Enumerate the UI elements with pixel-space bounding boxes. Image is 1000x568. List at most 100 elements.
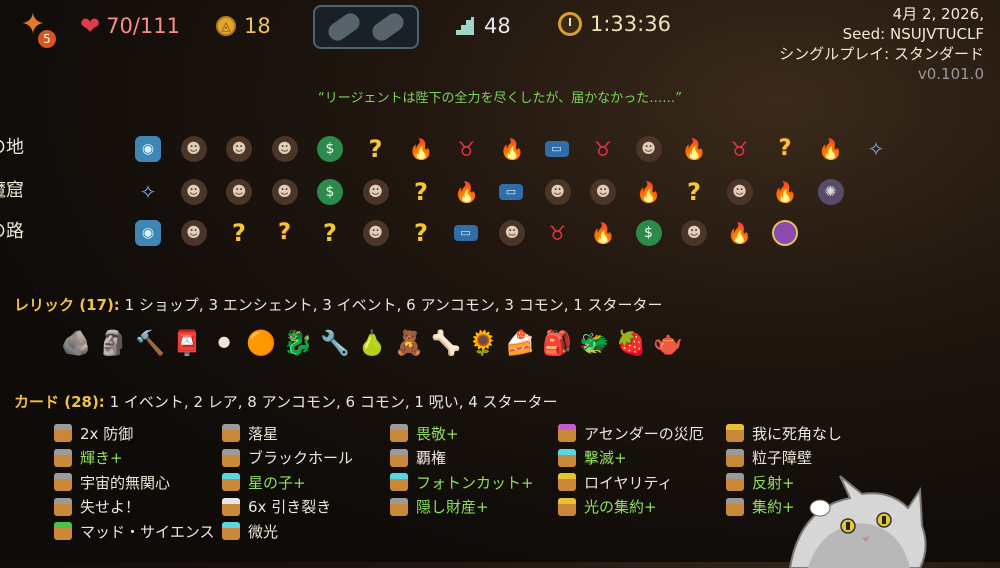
treasure-room-icon[interactable]: ▭ (544, 141, 569, 157)
rest-room-icon[interactable]: 🔥 (681, 136, 707, 162)
relic-icon[interactable]: 🪨 (60, 322, 92, 364)
shop-room-icon[interactable]: $ (317, 179, 343, 205)
monster-room-icon[interactable]: ☻ (226, 179, 252, 205)
card-entry[interactable]: 我に死角なし (726, 421, 894, 446)
card-entry[interactable]: 輝き+ (54, 446, 222, 471)
gem-room-icon[interactable] (772, 220, 798, 246)
relic-icon[interactable]: 🟠 (245, 322, 277, 364)
relic-icon[interactable]: 🌻 (467, 322, 499, 364)
monster-room-icon[interactable]: ☻ (362, 179, 389, 205)
card-icon (222, 522, 240, 541)
card-entry[interactable]: 撃滅+ (558, 446, 726, 471)
monster-room-icon[interactable]: ☻ (590, 179, 616, 205)
monster-room-icon[interactable]: ☻ (681, 220, 707, 246)
relic-icon[interactable]: 🦴 (430, 322, 462, 364)
card-entry[interactable]: アセンダーの災厄 (558, 421, 726, 446)
card-entry[interactable]: 落星 (222, 421, 390, 446)
rest-room-icon[interactable]: 🔥 (772, 179, 798, 205)
rest-room-icon[interactable]: 🔥 (499, 136, 525, 162)
elite-room-icon[interactable]: ♉ (454, 136, 480, 162)
relic-icon[interactable]: 📮 (171, 322, 203, 364)
monster-room-icon[interactable]: ☻ (226, 136, 252, 162)
monster-room-icon[interactable]: ☻ (544, 179, 571, 205)
empty-potion-icon[interactable] (324, 9, 364, 45)
card-name: 微光 (248, 522, 279, 541)
boss-room-icon[interactable]: ◉ (135, 220, 161, 246)
elite-room-icon[interactable]: ♉ (727, 136, 753, 162)
relic-icon[interactable]: 🔧 (319, 322, 351, 364)
game-mode: シングルプレイ: スタンダード (779, 45, 984, 63)
card-entry[interactable]: マッド・サイエンス (54, 519, 222, 544)
shop-room-icon[interactable]: $ (317, 136, 343, 162)
monster-room-icon[interactable]: ☻ (635, 136, 662, 162)
unknown-room-icon[interactable]: ? (226, 220, 252, 246)
unknown-elite-room-icon[interactable]: ? (772, 136, 798, 162)
card-entry[interactable]: 星の子+ (222, 470, 390, 495)
relic-icon[interactable]: 🫖 (652, 322, 684, 364)
ancient-room-icon[interactable]: ✧ (863, 136, 889, 162)
rest-room-icon[interactable]: 🔥 (408, 136, 434, 162)
boss-b-room-icon[interactable]: ✺ (817, 179, 844, 205)
monster-room-icon[interactable]: ☻ (271, 179, 298, 205)
card-entry[interactable]: 2x 防御 (54, 421, 222, 446)
relic-icon[interactable]: ⚫ (208, 322, 240, 364)
ancient-room-icon[interactable]: ✧ (135, 179, 161, 205)
card-entry[interactable]: 畏敬+ (390, 421, 558, 446)
card-column: 畏敬+ 覇権 フォトンカット+ 隠し財産+ (390, 421, 558, 519)
card-entry[interactable]: 6x 引き裂き (222, 495, 390, 520)
elite-room-icon[interactable]: ♉ (545, 220, 571, 246)
rest-room-icon[interactable]: 🔥 (590, 220, 616, 246)
unknown-room-icon[interactable]: ? (681, 179, 707, 205)
relic-icon[interactable]: 🐉 (282, 322, 314, 364)
card-entry[interactable]: 失せよ！ (54, 495, 222, 520)
relic-icon[interactable]: 🍓 (615, 322, 647, 364)
monster-room-icon[interactable]: ☻ (180, 179, 207, 205)
potion-slots[interactable] (313, 5, 419, 49)
relic-icon[interactable]: 🗿 (97, 322, 129, 364)
card-entry[interactable]: 光の集約+ (558, 495, 726, 520)
monster-room-icon[interactable]: ☻ (180, 136, 207, 162)
monster-room-icon[interactable]: ☻ (271, 136, 298, 162)
relic-icon[interactable]: 🍰 (504, 322, 536, 364)
rest-room-icon[interactable]: 🔥 (636, 179, 662, 205)
card-icon (222, 448, 240, 467)
empty-potion-icon[interactable] (368, 9, 408, 45)
card-icon (726, 448, 744, 467)
stairs-icon (456, 17, 474, 35)
unknown-room-icon[interactable]: ? (363, 136, 389, 162)
card-icon (390, 497, 408, 516)
relic-icon[interactable]: 🧸 (393, 322, 425, 364)
card-entry[interactable]: ロイヤリティ (558, 470, 726, 495)
unknown-elite-room-icon[interactable]: ? (272, 220, 298, 246)
rest-room-icon[interactable]: 🔥 (454, 179, 480, 205)
monster-room-icon[interactable]: ☻ (362, 220, 389, 246)
card-entry[interactable]: 覇権 (390, 446, 558, 471)
boss-room-icon[interactable]: ◉ (135, 136, 161, 162)
card-icon (222, 497, 240, 516)
treasure-room-icon[interactable]: ▭ (453, 225, 478, 241)
card-entry[interactable]: 隠し財産+ (390, 495, 558, 520)
treasure-room-icon[interactable]: ▭ (499, 184, 523, 200)
relic-icon[interactable]: 🍐 (356, 322, 388, 364)
monster-room-icon[interactable]: ☻ (180, 220, 207, 246)
card-entry[interactable]: 粒子障壁 (726, 446, 894, 471)
rest-room-icon[interactable]: 🔥 (818, 136, 844, 162)
elite-room-icon[interactable]: ♉ (590, 136, 616, 162)
card-entry[interactable]: 微光 (222, 519, 390, 544)
rest-room-icon[interactable]: 🔥 (727, 220, 753, 246)
card-entry[interactable]: フォトンカット+ (390, 470, 558, 495)
monster-room-icon[interactable]: ☻ (726, 179, 753, 205)
shop-room-icon[interactable]: $ (635, 220, 662, 246)
unknown-room-icon[interactable]: ? (408, 179, 434, 205)
unknown-room-icon[interactable]: ? (317, 220, 343, 246)
cards-header: カード (28): 1 イベント, 2 レア, 8 アンコモン, 6 コモン, … (14, 391, 558, 412)
card-entry[interactable]: ブラックホール (222, 446, 390, 471)
version: v0.101.0 (917, 65, 984, 83)
timer-value: 1:33:36 (590, 12, 671, 36)
relic-icon[interactable]: 🎒 (541, 322, 573, 364)
relic-icon[interactable]: 🔨 (134, 322, 166, 364)
card-entry[interactable]: 宇宙的無関心 (54, 470, 222, 495)
monster-room-icon[interactable]: ☻ (499, 220, 525, 246)
relic-icon[interactable]: 🐲 (578, 322, 610, 364)
unknown-room-icon[interactable]: ? (408, 220, 434, 246)
